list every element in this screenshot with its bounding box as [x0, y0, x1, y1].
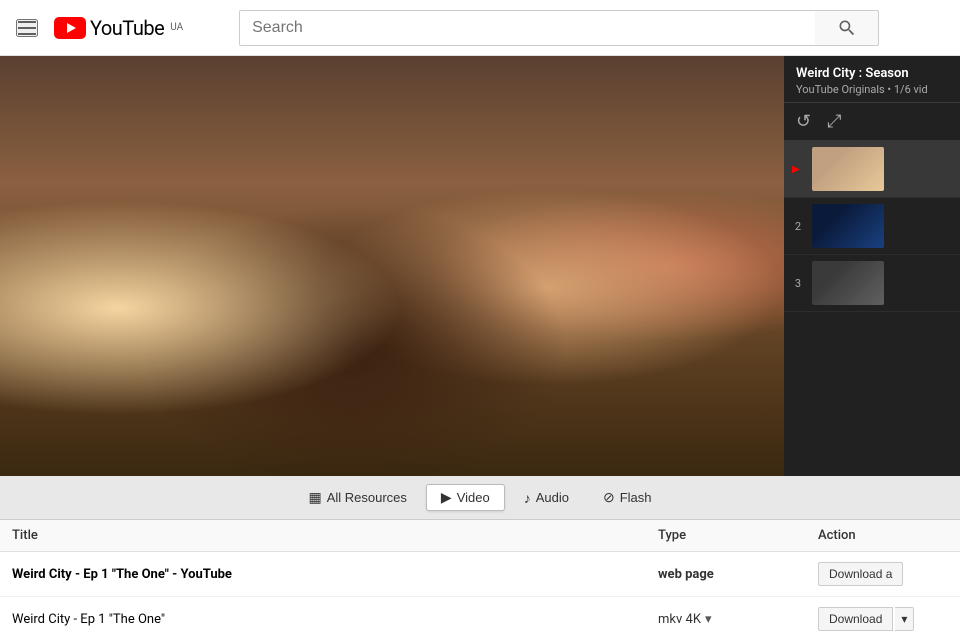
table-area: Title Type Action Weird City - Ep 1 "The… [0, 520, 960, 640]
row-title: Weird City - Ep 1 "The One" - YouTube [12, 567, 658, 582]
download-dropdown-button[interactable]: ▾ [895, 607, 914, 631]
playlist-items: ▶ 1 2 3 [784, 141, 960, 476]
menu-button[interactable] [16, 19, 38, 37]
row-action: Download a [818, 562, 948, 586]
expand-button[interactable]: ⤢ [827, 111, 841, 132]
playlist-thumbnail-1 [812, 147, 884, 191]
logo-area: YouTube UA [54, 16, 183, 40]
video-scene [0, 56, 784, 476]
search-button[interactable] [815, 10, 879, 46]
play-indicator-icon: ▶ [792, 164, 800, 175]
resource-tabs: ▦ All Resources ▶ Video ♪ Audio ⊘ Flash [0, 476, 960, 520]
playlist-sidebar: Weird City : Season YouTube Originals • … [784, 56, 960, 476]
tab-audio-label: Audio [536, 490, 569, 505]
sidebar-title: Weird City : Season [796, 66, 948, 81]
tab-audio[interactable]: ♪ Audio [509, 485, 584, 511]
table-row: Weird City - Ep 1 "The One" - YouTube we… [0, 552, 960, 597]
col-title-header: Title [12, 528, 658, 543]
sidebar-controls: ↺ ⤢ [784, 103, 960, 141]
playlist-item-num: 3 [792, 277, 804, 290]
type-dropdown-arrow-icon[interactable]: ▾ [705, 612, 712, 627]
tab-flash-label: Flash [620, 490, 652, 505]
tab-video[interactable]: ▶ Video [426, 484, 505, 511]
video-section: Weird City : Season YouTube Originals • … [0, 56, 960, 476]
search-icon [837, 18, 857, 38]
download-button[interactable]: Download a [818, 562, 903, 586]
youtube-logo-icon [54, 17, 86, 39]
row-type: mkv 4K ▾ [658, 612, 818, 627]
row-action: Download ▾ [818, 607, 948, 631]
playlist-item-num: 2 [792, 220, 804, 233]
table-row: Weird City - Ep 1 "The One" mkv 4K ▾ Dow… [0, 597, 960, 640]
table-header: Title Type Action [0, 520, 960, 552]
playlist-thumbnail-3 [812, 261, 884, 305]
tab-all-resources-label: All Resources [327, 490, 407, 505]
video-icon: ▶ [441, 489, 452, 506]
row-type-value: web page [658, 567, 714, 582]
loop-button[interactable]: ↺ [796, 111, 811, 132]
search-form [239, 10, 879, 46]
sidebar-subtitle: YouTube Originals • 1/6 vid [796, 83, 948, 96]
all-resources-icon: ▦ [308, 489, 321, 506]
row-type-value: mkv 4K [658, 612, 701, 627]
main-content: Weird City : Season YouTube Originals • … [0, 56, 960, 640]
flash-icon: ⊘ [603, 489, 615, 506]
video-player[interactable] [0, 56, 784, 476]
playlist-item[interactable]: 2 [784, 198, 960, 255]
video-thumbnail [0, 56, 784, 476]
logo-text: YouTube [90, 16, 164, 40]
tab-flash[interactable]: ⊘ Flash [588, 484, 667, 511]
col-action-header: Action [818, 528, 948, 543]
tab-all-resources[interactable]: ▦ All Resources [293, 484, 421, 511]
download-button[interactable]: Download [818, 607, 893, 631]
playlist-item[interactable]: 3 [784, 255, 960, 312]
row-type: web page [658, 567, 818, 582]
playlist-item[interactable]: ▶ 1 [784, 141, 960, 198]
playlist-thumbnail-2 [812, 204, 884, 248]
header: YouTube UA [0, 0, 960, 56]
tab-video-label: Video [457, 490, 490, 505]
logo-badge: UA [170, 22, 183, 33]
search-input[interactable] [239, 10, 815, 46]
sidebar-header: Weird City : Season YouTube Originals • … [784, 56, 960, 103]
audio-icon: ♪ [524, 490, 531, 506]
col-type-header: Type [658, 528, 818, 543]
row-title: Weird City - Ep 1 "The One" [12, 612, 658, 627]
